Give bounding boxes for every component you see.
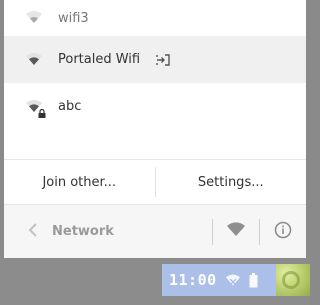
chevron-left-icon xyxy=(28,222,38,241)
network-name: Portaled Wifi xyxy=(58,52,141,67)
network-menu-panel: wifi3 Portaled Wifi abc Join other... Se… xyxy=(4,0,306,258)
lock-icon xyxy=(38,108,46,118)
wifi-icon xyxy=(226,222,246,241)
join-other-button[interactable]: Join other... xyxy=(4,160,155,204)
footer-controls xyxy=(212,205,306,258)
network-name: wifi3 xyxy=(58,11,89,26)
network-item-portaled-wifi[interactable]: Portaled Wifi xyxy=(4,36,306,83)
network-list: wifi3 Portaled Wifi abc xyxy=(4,0,306,130)
wifi-signal-icon xyxy=(25,99,46,118)
avatar xyxy=(276,264,310,296)
network-actions: Join other... Settings... xyxy=(4,160,306,204)
wifi-signal-icon xyxy=(25,52,43,68)
back-button[interactable]: Network xyxy=(28,222,114,241)
portal-sign-in-icon[interactable] xyxy=(156,53,170,66)
settings-button[interactable]: Settings... xyxy=(156,160,307,204)
page-title: Network xyxy=(52,224,114,239)
network-item-wifi3[interactable]: wifi3 xyxy=(4,0,306,36)
battery-icon xyxy=(249,272,258,288)
wifi-signal-icon xyxy=(25,10,43,26)
network-footer: Network xyxy=(4,205,306,258)
network-item-abc[interactable]: abc xyxy=(4,83,306,130)
wifi-toggle-button[interactable] xyxy=(213,205,259,258)
status-tray[interactable]: 11:00 xyxy=(162,264,310,296)
clock: 11:00 xyxy=(169,271,217,289)
network-name: abc xyxy=(58,99,82,114)
info-icon xyxy=(274,221,292,243)
wifi-icon xyxy=(225,274,241,286)
info-button[interactable] xyxy=(260,205,306,258)
